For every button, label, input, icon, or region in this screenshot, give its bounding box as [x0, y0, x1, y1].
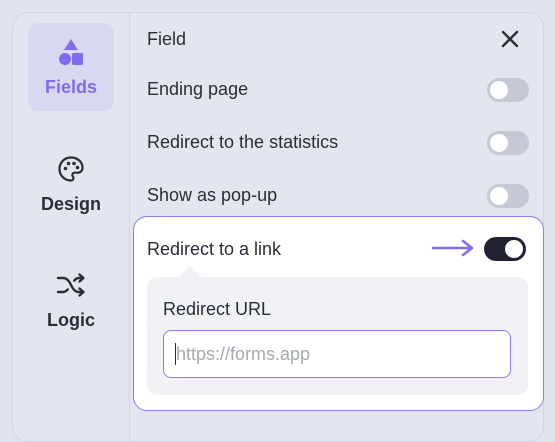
toggle-knob: [490, 134, 508, 152]
sidebar-item-design[interactable]: Design: [28, 140, 114, 228]
palette-icon: [28, 154, 114, 184]
redirect-url-label: Redirect URL: [163, 299, 272, 319]
setting-label: Redirect to the statistics: [147, 132, 339, 152]
setting-label: Show as pop-up: [147, 185, 278, 205]
shuffle-icon: [28, 270, 114, 300]
redirect-link-card: Redirect to a link Redirect URL: [133, 216, 544, 411]
sidebar-item-label: Logic: [47, 310, 95, 330]
setting-label: Redirect to a link: [147, 239, 282, 259]
setting-row-ending-page: Ending page: [147, 72, 529, 106]
toggle-knob: [490, 187, 508, 205]
shapes-icon: [28, 37, 114, 67]
redirect-url-input[interactable]: [163, 330, 511, 378]
callout-pointer: [179, 266, 201, 277]
panel-header: Field: [147, 22, 529, 56]
toggle-knob: [505, 240, 523, 258]
setting-label: Ending page: [147, 79, 249, 99]
panel-title: Field: [147, 29, 187, 49]
redirect-link-toggle[interactable]: [484, 237, 526, 261]
toggle-knob: [490, 81, 508, 99]
sidebar-item-label: Fields: [44, 77, 97, 97]
show-popup-toggle[interactable]: [487, 184, 529, 208]
sidebar-item-fields[interactable]: Fields: [28, 23, 114, 111]
sidebar-item-label: Design: [40, 194, 101, 214]
ending-page-toggle[interactable]: [487, 78, 529, 102]
arrow-right-icon: [431, 237, 477, 259]
redirect-statistics-toggle[interactable]: [487, 131, 529, 155]
setting-row-show-popup: Show as pop-up: [147, 178, 529, 212]
redirect-url-section: Redirect URL: [147, 277, 528, 395]
close-icon[interactable]: [499, 28, 521, 50]
sidebar-item-logic[interactable]: Logic: [28, 256, 114, 344]
sidebar: Fields Design Logic: [12, 12, 130, 442]
text-caret: [175, 343, 176, 365]
setting-row-redirect-statistics: Redirect to the statistics: [147, 125, 529, 159]
